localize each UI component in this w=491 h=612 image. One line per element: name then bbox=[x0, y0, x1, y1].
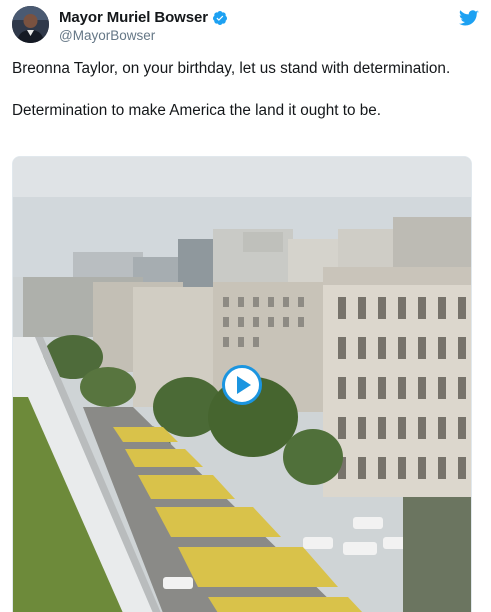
display-name-row: Mayor Muriel Bowser bbox=[59, 8, 228, 27]
author-names: Mayor Muriel Bowser @MayorBowser bbox=[59, 8, 228, 43]
tweet-text: Breonna Taylor, on your birthday, let us… bbox=[12, 58, 472, 121]
play-icon bbox=[237, 376, 251, 394]
tweet-text-line-1: Breonna Taylor, on your birthday, let us… bbox=[12, 60, 451, 77]
video-media[interactable] bbox=[12, 156, 472, 612]
tweet-text-line-2: Determination to make America the land i… bbox=[12, 102, 382, 119]
twitter-bird-icon[interactable] bbox=[459, 10, 479, 27]
tweet-card: Mayor Muriel Bowser @MayorBowser Breonna… bbox=[0, 0, 491, 612]
handle[interactable]: @MayorBowser bbox=[59, 28, 228, 43]
avatar[interactable] bbox=[12, 6, 49, 43]
tweet-header: Mayor Muriel Bowser @MayorBowser bbox=[12, 6, 479, 44]
play-button[interactable] bbox=[222, 365, 262, 405]
profile-photo-icon bbox=[12, 6, 49, 43]
display-name[interactable]: Mayor Muriel Bowser bbox=[59, 9, 208, 26]
verified-badge-icon bbox=[212, 10, 227, 25]
